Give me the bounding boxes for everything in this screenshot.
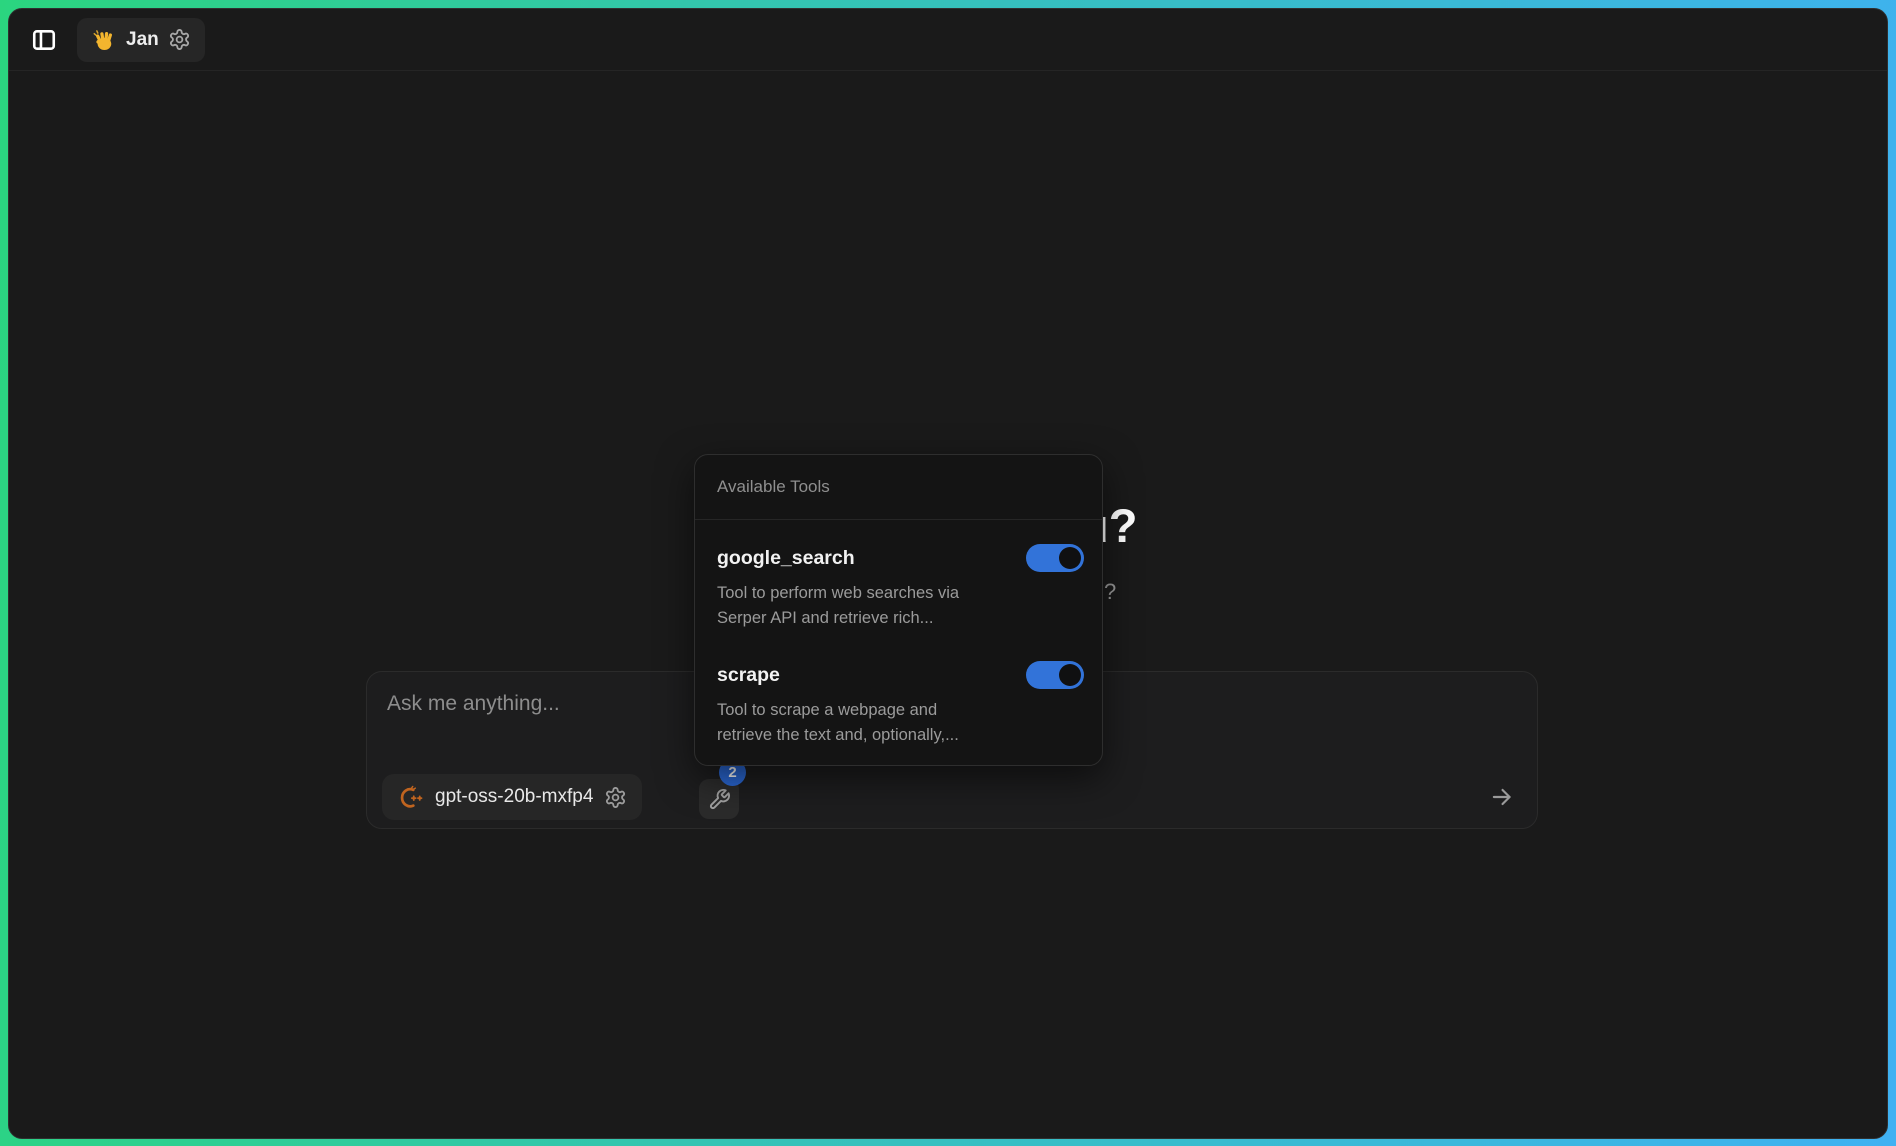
tool-toggle-scrape[interactable] [1026, 661, 1084, 689]
gear-icon[interactable] [168, 28, 191, 51]
model-name: gpt-oss-20b-mxfp4 [435, 786, 593, 808]
toggle-knob [1059, 664, 1081, 686]
popover-title: Available Tools [695, 455, 1102, 520]
wrench-icon [708, 788, 731, 811]
gear-icon[interactable] [604, 786, 627, 809]
arrow-right-icon [1489, 784, 1515, 810]
tool-description: Tool to perform web searches via Serper … [717, 581, 982, 631]
app-menu-button[interactable]: Jan [77, 18, 205, 62]
tool-description: Tool to scrape a webpage and retrieve th… [717, 698, 982, 748]
top-bar: Jan [9, 9, 1887, 71]
tool-toggle-google-search[interactable] [1026, 544, 1084, 572]
model-selector-button[interactable]: gpt-oss-20b-mxfp4 [382, 774, 642, 820]
tool-name: google_search [717, 547, 855, 570]
available-tools-popover: Available Tools google_search Tool to pe… [694, 454, 1103, 766]
send-button[interactable] [1487, 782, 1517, 812]
sidebar-toggle-button[interactable] [25, 21, 63, 59]
tool-row-scrape: scrape Tool to scrape a webpage and retr… [717, 661, 1084, 748]
llamacpp-icon [397, 784, 424, 811]
main-area: u? ? gpt-oss-20b-mxfp4 [9, 71, 1887, 1138]
tool-row-google-search: google_search Tool to perform web search… [717, 544, 1084, 631]
toggle-knob [1059, 547, 1081, 569]
waving-hand-emoji [91, 27, 117, 53]
panel-left-icon [31, 27, 57, 53]
app-title: Jan [126, 29, 159, 51]
app-window: Jan u? ? [8, 8, 1888, 1139]
tool-name: scrape [717, 664, 780, 687]
popover-body: google_search Tool to perform web search… [695, 520, 1102, 770]
greeting-subheading-fragment: ? [1104, 579, 1116, 605]
